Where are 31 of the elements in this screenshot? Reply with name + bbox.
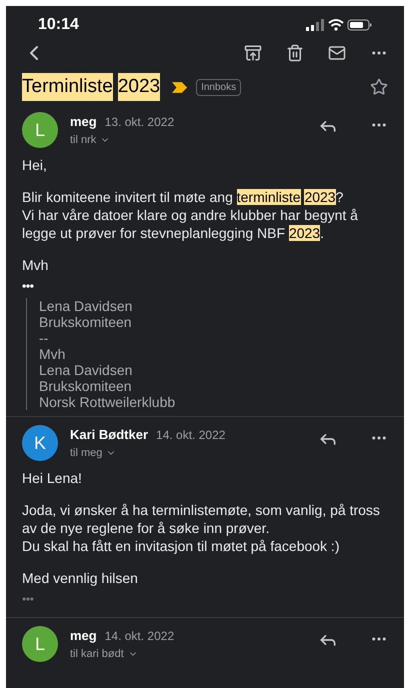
show-trimmed-button[interactable]: •••	[22, 278, 34, 294]
recipient-toggle[interactable]: til nrk	[70, 132, 110, 148]
body-text: Hei Lena!	[22, 469, 83, 487]
quoted-text: Lena Davidsen Brukskomiteen -- Mvh Lena Davidsen Brukskomiteen Norsk Rottweilerklubb	[26, 298, 388, 410]
avatar-letter: L	[34, 633, 45, 656]
delete-icon[interactable]	[286, 44, 304, 62]
sender-name: meg	[70, 627, 97, 645]
recipient-toggle[interactable]: til meg	[70, 444, 116, 461]
mail-icon[interactable]	[328, 44, 346, 62]
body-text: Mvh	[22, 256, 50, 274]
message-date: 13. okt. 2022	[104, 114, 174, 131]
status-time: 10:14	[38, 15, 79, 35]
show-trimmed-button[interactable]: •••	[22, 591, 34, 607]
recipient-toggle[interactable]: til kari bødt	[70, 646, 138, 662]
sender-name: meg	[70, 113, 97, 131]
avatar-letter: K	[34, 432, 46, 455]
star-icon[interactable]	[370, 78, 388, 96]
status-icons-drawing	[306, 18, 372, 32]
body-text: Joda, vi ønsker å ha terminlistemøte, som vanlig, på tross av de nye reglene for å søke inn prøver.	[22, 501, 381, 537]
body-text: Blir komiteene invitert til møte ang terminliste 2023?	[22, 188, 344, 206]
body-text: Med vennlig hilsen	[22, 569, 139, 587]
inbox-label: Innboks	[196, 78, 242, 96]
sender-name: Kari Bødtker	[70, 426, 148, 444]
body-text: Hei,	[22, 156, 48, 174]
body-text: Du skal ha fått en invitasjon til møtet på facebook :)	[22, 537, 340, 555]
message-date: 14. okt. 2022	[156, 427, 226, 444]
email-subject: Terminliste 2023	[22, 72, 160, 102]
message-date: 14. okt. 2022	[104, 628, 174, 645]
body-text: Vi har våre datoer klare og andre klubber har begynt å legge ut prøver for stevneplanlegging NBF 2023.	[22, 206, 359, 242]
archive-icon[interactable]	[244, 44, 262, 62]
avatar-letter: L	[34, 119, 45, 142]
